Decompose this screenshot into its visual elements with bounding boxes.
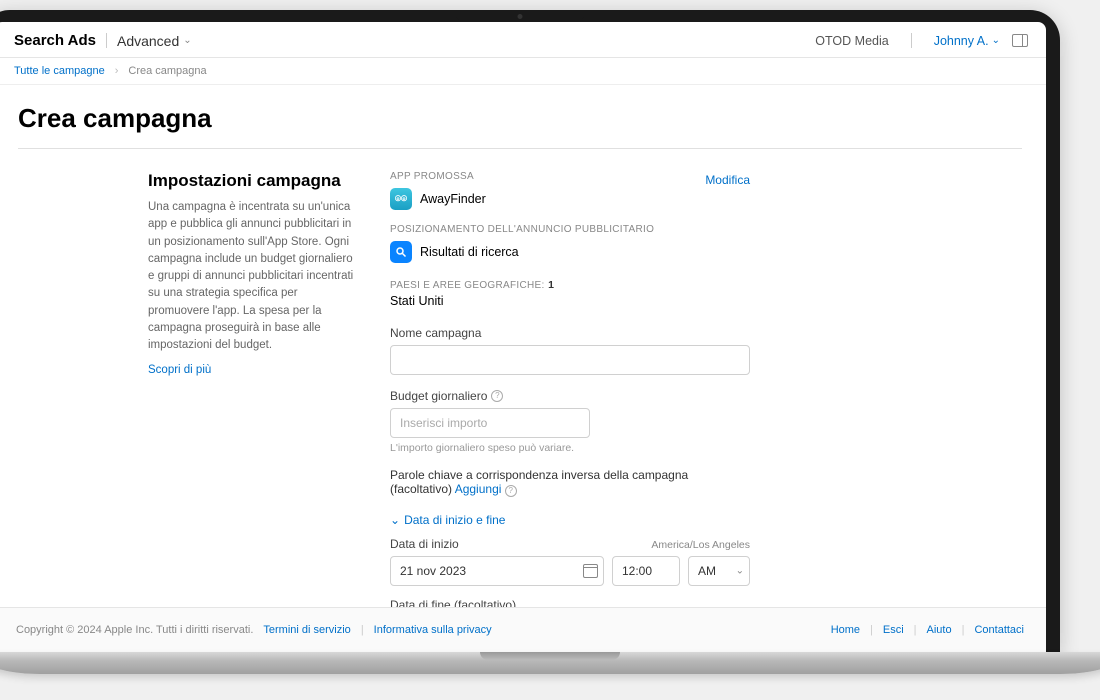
campaign-form: APP PROMOSSA Modifica ⌾⌾ AwayFinder POSI…: [390, 171, 750, 607]
footer-sep: |: [361, 624, 364, 636]
app-icon: ⌾⌾: [390, 188, 412, 210]
campaign-name-label: Nome campagna: [390, 326, 750, 340]
dates-toggle-label: Data di inizio e fine: [404, 513, 505, 527]
dates-toggle[interactable]: ⌄ Data di inizio e fine: [390, 513, 750, 527]
tier-dropdown[interactable]: Advanced ⌄: [117, 33, 192, 49]
home-link[interactable]: Home: [831, 624, 860, 636]
countries-label: PAESI E AREE GEOGRAFICHE:: [390, 280, 545, 291]
timezone-label: America/Los Angeles: [651, 539, 750, 551]
start-date-input[interactable]: [390, 556, 604, 586]
start-date-label: Data di inizio: [390, 537, 459, 551]
start-time-input[interactable]: [612, 556, 680, 586]
breadcrumb-root[interactable]: Tutte le campagne: [14, 65, 105, 77]
campaign-name-field: Nome campagna: [390, 326, 750, 375]
footer-sep: |: [914, 624, 917, 636]
breadcrumb-current: Crea campagna: [128, 65, 206, 77]
countries-value: Stati Uniti: [390, 294, 750, 308]
app-name: AwayFinder: [420, 192, 486, 206]
app-screen: Search Ads Advanced ⌄ OTOD Media Johnny …: [0, 22, 1046, 652]
footer-sep: |: [962, 624, 965, 636]
start-date-field: [390, 556, 604, 586]
tier-label: Advanced: [117, 33, 179, 49]
placement-icon: [390, 241, 412, 263]
negative-keywords-text: Parole chiave a corrispondenza inversa d…: [390, 468, 688, 496]
campaign-name-input[interactable]: [390, 345, 750, 375]
main-content: Crea campagna Impostazioni campagna Una …: [0, 85, 1046, 607]
calendar-icon[interactable]: [583, 564, 598, 578]
laptop-camera: [518, 14, 523, 19]
start-date-row: ⌄: [390, 556, 750, 586]
logout-link[interactable]: Esci: [883, 624, 904, 636]
negative-keywords-row: Parole chiave a corrispondenza inversa d…: [390, 468, 750, 497]
two-column-layout: Impostazioni campagna Una campagna è inc…: [18, 171, 1022, 607]
edit-link[interactable]: Modifica: [705, 173, 750, 187]
countries-count: 1: [548, 279, 554, 291]
breadcrumb-separator: ›: [115, 65, 119, 77]
chevron-down-icon: ⌄: [736, 566, 744, 577]
help-icon[interactable]: ?: [491, 390, 503, 402]
chevron-down-icon: ⌄: [992, 35, 1000, 46]
daily-budget-field: Budget giornaliero ? L'importo giornalie…: [390, 389, 590, 454]
chevron-down-icon: ⌄: [390, 513, 400, 527]
top-header: Search Ads Advanced ⌄ OTOD Media Johnny …: [0, 22, 1046, 58]
user-menu[interactable]: Johnny A. ⌄: [934, 34, 1000, 48]
page-footer: Copyright © 2024 Apple Inc. Tutti i diri…: [0, 607, 1046, 652]
settings-sidebar: Impostazioni campagna Una campagna è inc…: [148, 171, 358, 607]
sidebar-description: Una campagna è incentrata su un'unica ap…: [148, 199, 358, 354]
daily-budget-input[interactable]: [390, 408, 590, 438]
start-time-field: [612, 556, 680, 586]
header-divider: [106, 33, 107, 48]
chevron-down-icon: ⌄: [183, 35, 191, 46]
page-title: Crea campagna: [18, 103, 1022, 134]
end-date-label: Data di fine (facoltativo): [390, 598, 750, 607]
add-negative-keywords-link[interactable]: Aggiungi: [455, 482, 502, 496]
placement-row: Risultati di ricerca: [390, 241, 750, 263]
promoted-app-label: APP PROMOSSA: [390, 171, 474, 182]
brand-text: Search Ads: [14, 32, 96, 49]
laptop-base-notch: [480, 652, 620, 660]
start-ampm-field: ⌄: [688, 556, 750, 586]
daily-budget-label: Budget giornaliero: [390, 389, 487, 403]
countries-row: PAESI E AREE GEOGRAFICHE: 1 Stati Uniti: [390, 277, 750, 308]
copyright-text: Copyright © 2024 Apple Inc. Tutti i diri…: [16, 624, 253, 636]
placement-label: POSIZIONAMENTO DELL'ANNUNCIO PUBBLICITAR…: [390, 224, 750, 235]
placement-value: Risultati di ricerca: [420, 245, 519, 259]
user-name: Johnny A.: [934, 34, 989, 48]
privacy-link[interactable]: Informativa sulla privacy: [374, 624, 492, 636]
help-link[interactable]: Aiuto: [927, 624, 952, 636]
footer-sep: |: [870, 624, 873, 636]
daily-budget-caption: L'importo giornaliero speso può variare.: [390, 442, 590, 454]
panel-toggle-icon[interactable]: [1012, 34, 1028, 47]
header-divider-2: [911, 33, 912, 48]
laptop-frame: Search Ads Advanced ⌄ OTOD Media Johnny …: [0, 10, 1060, 652]
header-right: OTOD Media Johnny A. ⌄: [815, 33, 1028, 48]
help-icon[interactable]: ?: [505, 485, 517, 497]
promoted-app-row: ⌾⌾ AwayFinder: [390, 188, 750, 210]
sidebar-heading: Impostazioni campagna: [148, 171, 358, 191]
terms-link[interactable]: Termini di servizio: [263, 624, 350, 636]
title-divider: [18, 148, 1022, 149]
org-name: OTOD Media: [815, 34, 888, 48]
breadcrumb: Tutte le campagne › Crea campagna: [0, 58, 1046, 85]
laptop-base: [0, 652, 1100, 674]
learn-more-link[interactable]: Scopri di più: [148, 364, 211, 376]
contact-link[interactable]: Contattaci: [974, 624, 1024, 636]
